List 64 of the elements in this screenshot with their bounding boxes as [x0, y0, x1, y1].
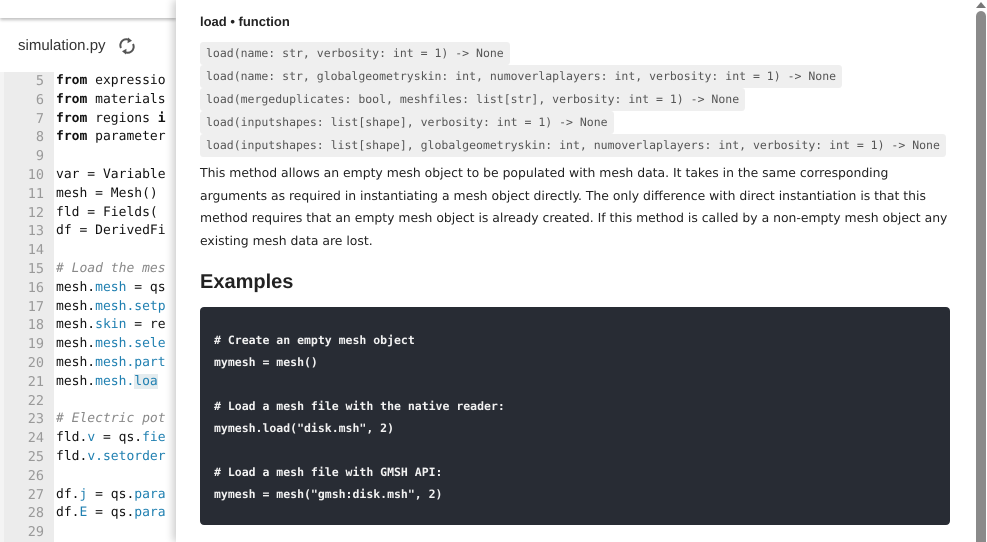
- scrollbar[interactable]: [975, 0, 987, 542]
- line-number: 7: [0, 110, 54, 128]
- code-line: mymesh.load("disk.msh", 2): [214, 420, 396, 437]
- line-number: 22: [0, 392, 54, 410]
- line-number: 23: [0, 410, 54, 430]
- code-line: mymesh = mesh("gmsh:disk.msh", 2): [214, 486, 444, 503]
- code-line: var = Variable: [55, 166, 166, 184]
- line-number: 6: [0, 90, 54, 110]
- line-number: 28: [0, 504, 54, 524]
- line-number: 17: [0, 298, 54, 316]
- refresh-icon[interactable]: [118, 36, 136, 56]
- function-signature: load(inputshapes: list[shape], verbosity: int = 1) -> None: [200, 111, 614, 134]
- line-number: 21: [0, 372, 54, 392]
- function-signature: load(name: str, globalgeometryskin: int, numoverlaplayers: int, verbosity: int = 1) -> None: [200, 65, 842, 88]
- code-line: mesh.mesh.setp: [55, 298, 166, 316]
- scrollbar-thumb[interactable]: [976, 11, 986, 542]
- code-line: from materials: [55, 90, 166, 109]
- line-number: 20: [0, 354, 54, 373]
- code-line: # Electric pot: [55, 410, 166, 428]
- line-number: 24: [0, 429, 54, 448]
- code-line: fld.v.setorder: [55, 448, 166, 466]
- code-line: from parameter: [55, 128, 166, 146]
- line-number: 15: [0, 260, 54, 279]
- function-signature: load(inputshapes: list[shape], globalgeometryskin: int, numoverlaplayers: int, verbosity: int = 1) -> None: [200, 134, 946, 157]
- line-number: 19: [0, 335, 54, 354]
- file-name: simulation.py: [18, 37, 106, 54]
- code-line: from regions i: [55, 110, 166, 128]
- line-number: 12: [0, 204, 54, 222]
- line-number: 25: [0, 448, 54, 467]
- code-comment: # Create an empty mesh object: [214, 332, 416, 349]
- line-number: 8: [0, 128, 54, 148]
- function-signature: load(mergeduplicates: bool, meshfiles: list[str], verbosity: int = 1) -> None: [200, 88, 746, 111]
- code-line: mesh.mesh = qs: [55, 278, 166, 297]
- code-comment: # Load a mesh file with GMSH API:: [214, 464, 444, 481]
- description-text: This method allows an empty mesh object to be populated with mesh data. It takes in the same corresponding arguments as required in instantiating a mesh object directly. The only difference with direct instantiation is that this method requires that an empty mesh object is already created. If this method is called by a non-empty mesh object any existing mesh data are lost.: [200, 164, 948, 250]
- code-line: mesh = Mesh(): [55, 184, 158, 203]
- code-line: mymesh = mesh(): [214, 354, 319, 371]
- line-number: 14: [0, 241, 54, 260]
- code-line: mesh.mesh.part: [55, 354, 166, 372]
- popup-title: load • function: [200, 14, 291, 31]
- code-line: mesh.mesh.loa: [55, 372, 158, 391]
- scroll-up-icon[interactable]: [976, 1, 986, 8]
- line-number: 10: [0, 166, 54, 185]
- code-line: fld = Fields(: [55, 204, 158, 222]
- code-line: df = DerivedFi: [55, 222, 166, 240]
- code-line: # Load the mes: [55, 260, 166, 278]
- line-number: 29: [0, 523, 54, 542]
- code-line: df.E = qs.para: [55, 504, 166, 522]
- line-number: 11: [0, 184, 54, 204]
- line-number: 16: [0, 278, 54, 298]
- line-number: 13: [0, 222, 54, 242]
- line-number: 5: [0, 72, 54, 91]
- line-number: 27: [0, 486, 54, 504]
- code-line: df.j = qs.para: [55, 486, 166, 504]
- code-comment: # Load a mesh file with the native reader:: [214, 398, 506, 415]
- code-line: mesh.mesh.sele: [55, 335, 166, 354]
- line-number: 18: [0, 316, 54, 336]
- line-number: 9: [0, 147, 54, 166]
- code-line: fld.v = qs.fie: [55, 429, 166, 448]
- function-signature: load(name: str, verbosity: int = 1) -> None: [200, 42, 510, 65]
- code-line: mesh.skin = re: [55, 316, 166, 334]
- examples-heading: Examples: [200, 270, 294, 295]
- line-number: 26: [0, 466, 54, 486]
- code-line: from expressio: [55, 72, 166, 90]
